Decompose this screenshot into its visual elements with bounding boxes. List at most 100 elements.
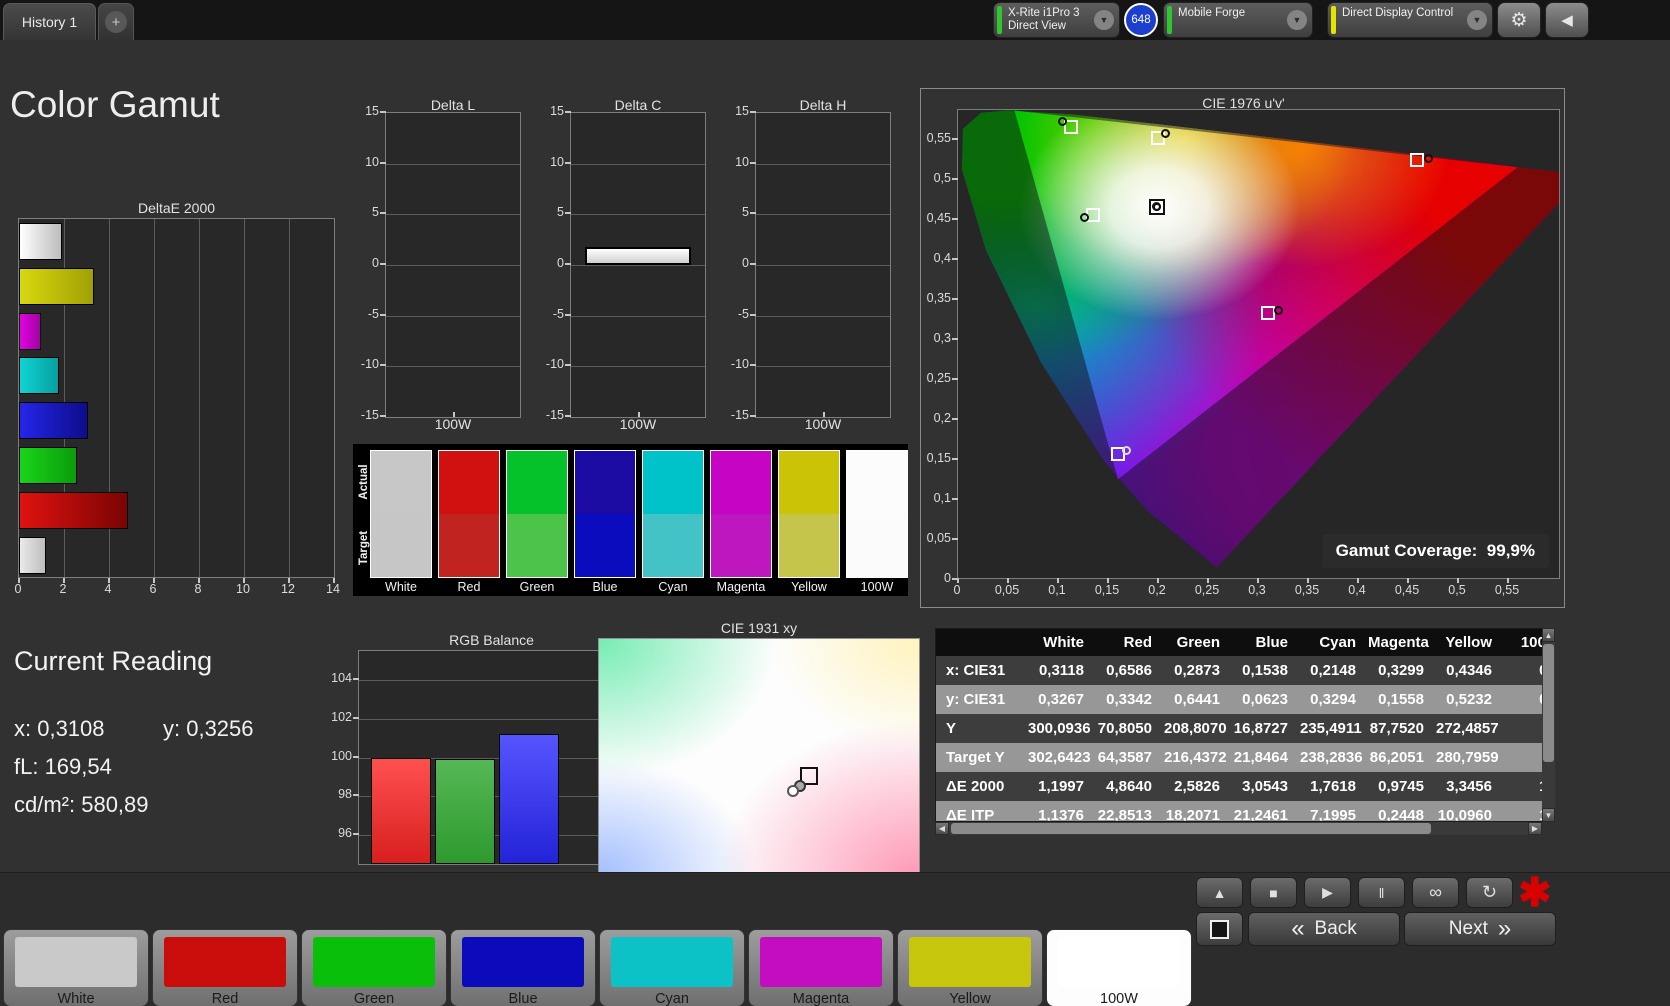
scroll-down-button[interactable]: ▼ — [1542, 808, 1555, 822]
blank-pattern-button[interactable] — [1196, 912, 1243, 946]
scroll-right-button[interactable]: ▶ — [1528, 822, 1542, 835]
pause-button[interactable]: ‖ — [1358, 877, 1405, 908]
current-reading-y: y: 0,3256 — [163, 716, 254, 741]
table-cell: 0,3267 — [1038, 691, 1084, 708]
display-control-dropdown[interactable]: Direct Display Control ▼ — [1327, 2, 1493, 38]
table-cell: 1,1376 — [1038, 807, 1084, 822]
table-horizontal-scrollbar[interactable]: ◀ ▶ — [935, 822, 1542, 835]
table-cell: 64,3587 — [1097, 749, 1152, 766]
table-cell: 280,7959 — [1436, 749, 1499, 766]
table-cell: 10,0960 — [1437, 807, 1492, 822]
bar-blue — [19, 402, 88, 440]
chevron-down-icon: ▼ — [1287, 10, 1307, 30]
pattern-button-cyan[interactable]: Cyan — [599, 929, 745, 1006]
target-swatch — [847, 514, 907, 577]
pattern-swatch — [1058, 937, 1180, 987]
reading-marker-yellow — [1161, 128, 1170, 138]
x-tick-label: 6 — [149, 582, 157, 596]
swatch-column-100w — [846, 450, 908, 578]
gridline — [199, 219, 200, 577]
table-cell: 3,3456 — [1446, 778, 1492, 795]
gridline — [359, 718, 624, 720]
alert-asterisk-icon[interactable]: ✱ — [1518, 873, 1552, 913]
y-tick — [750, 263, 756, 265]
pattern-up-button[interactable]: ▲ — [1196, 877, 1243, 908]
meter-badge[interactable]: 648 — [1124, 3, 1158, 37]
target-swatch — [507, 514, 567, 577]
swatch-label: Blue — [592, 580, 618, 594]
play-button[interactable]: ▶ — [1304, 877, 1351, 908]
y-tick-label: 15 — [735, 104, 749, 118]
table-cell: 0,3342 — [1106, 691, 1152, 708]
y-tick — [750, 111, 756, 113]
pattern-button-magenta[interactable]: Magenta — [748, 929, 894, 1006]
pattern-bar: White Red Green Blue Cyan Magenta Yellow 100W ▲… — [0, 872, 1670, 1006]
pattern-swatch — [15, 937, 137, 987]
source-dropdown[interactable]: Mobile Forge ▼ — [1163, 2, 1313, 38]
column-header: Magenta — [1368, 634, 1429, 651]
add-tab-button[interactable]: + — [98, 3, 134, 40]
table-cell: 1,7618 — [1310, 778, 1356, 795]
pattern-button-100w[interactable]: 100W — [1046, 929, 1192, 1006]
scroll-left-button[interactable]: ◀ — [935, 822, 949, 835]
pattern-swatch — [909, 937, 1031, 987]
y-tick — [565, 313, 571, 316]
y-tick-label: -15 — [545, 408, 564, 422]
current-reading-title: Current Reading — [14, 646, 213, 676]
table-cell: 272,4857 — [1436, 720, 1499, 737]
pattern-button-red[interactable]: Red — [152, 929, 298, 1006]
x-tick — [153, 578, 155, 583]
pattern-label: Blue — [508, 991, 538, 1006]
swatch-column-green — [506, 450, 568, 578]
stop-button[interactable]: ■ — [1250, 877, 1297, 908]
gridline — [359, 680, 624, 682]
delta-h-chart — [755, 112, 891, 418]
scrollbar-thumb[interactable] — [1543, 644, 1554, 762]
refresh-button[interactable]: ↻ — [1466, 877, 1513, 908]
y-tick-label: 0,3 — [933, 331, 951, 345]
pattern-button-green[interactable]: Green — [301, 929, 447, 1006]
table-row: x: CIE31 0,3118 0,6586 0,2873 0,1538 0,2148 0,… — [936, 656, 1554, 685]
tab-history-1[interactable]: History 1 — [3, 3, 96, 40]
column-header: White — [1043, 634, 1084, 651]
x-tick — [1457, 578, 1459, 583]
table-row: ΔE ITP 1,1376 22,8513 18,2071 21,2461 7,1995 0… — [936, 801, 1554, 822]
y-tick-label: 96 — [338, 825, 352, 840]
back-button[interactable]: « Back — [1248, 912, 1400, 946]
continuous-read-button[interactable]: ∞ — [1412, 877, 1459, 908]
y-tick — [380, 111, 386, 113]
settings-button[interactable]: ⚙ — [1497, 2, 1541, 38]
table-cell: 0,2873 — [1174, 662, 1220, 679]
reading-marker-cyan — [1080, 212, 1089, 222]
scroll-up-button[interactable]: ▲ — [1542, 628, 1555, 642]
pattern-button-blue[interactable]: Blue — [450, 929, 596, 1006]
gridline — [756, 265, 890, 266]
column-header — [936, 629, 1028, 656]
scrollbar-thumb[interactable] — [951, 823, 1431, 834]
y-tick-label: -10 — [730, 357, 749, 372]
actual-swatch — [643, 451, 703, 514]
x-tick-label: 0,2 — [1148, 583, 1166, 597]
pattern-button-yellow[interactable]: Yellow — [897, 929, 1043, 1006]
bar-blue — [499, 734, 559, 864]
collapse-panel-button[interactable]: ◀ — [1545, 2, 1589, 38]
y-tick — [380, 161, 386, 164]
y-tick — [750, 415, 756, 417]
next-button[interactable]: Next » — [1404, 912, 1556, 946]
y-tick-label: 100 — [331, 748, 352, 763]
meter-dropdown[interactable]: X-Rite i1Pro 3 Direct View ▼ — [993, 2, 1120, 38]
rgb-balance-title: RGB Balance — [449, 632, 534, 648]
y-tick-label: -5 — [367, 306, 379, 321]
table-cell: 7,1995 — [1310, 807, 1356, 822]
gridline — [571, 214, 705, 216]
y-tick — [565, 111, 571, 113]
bar-magenta — [19, 312, 41, 350]
bar-100w — [19, 223, 62, 260]
pattern-button-white[interactable]: White — [3, 929, 149, 1006]
cie1976-panel: CIE 1976 u'v' Gamut Coverage: 99,9% 0 0,… — [920, 88, 1565, 608]
column-header: Red — [1123, 634, 1152, 651]
deltae2000-chart — [18, 218, 335, 578]
square-outline-icon — [1210, 919, 1229, 939]
x-tick-label: 0 — [953, 583, 961, 597]
table-vertical-scrollbar[interactable]: ▲ ▼ — [1542, 628, 1555, 822]
